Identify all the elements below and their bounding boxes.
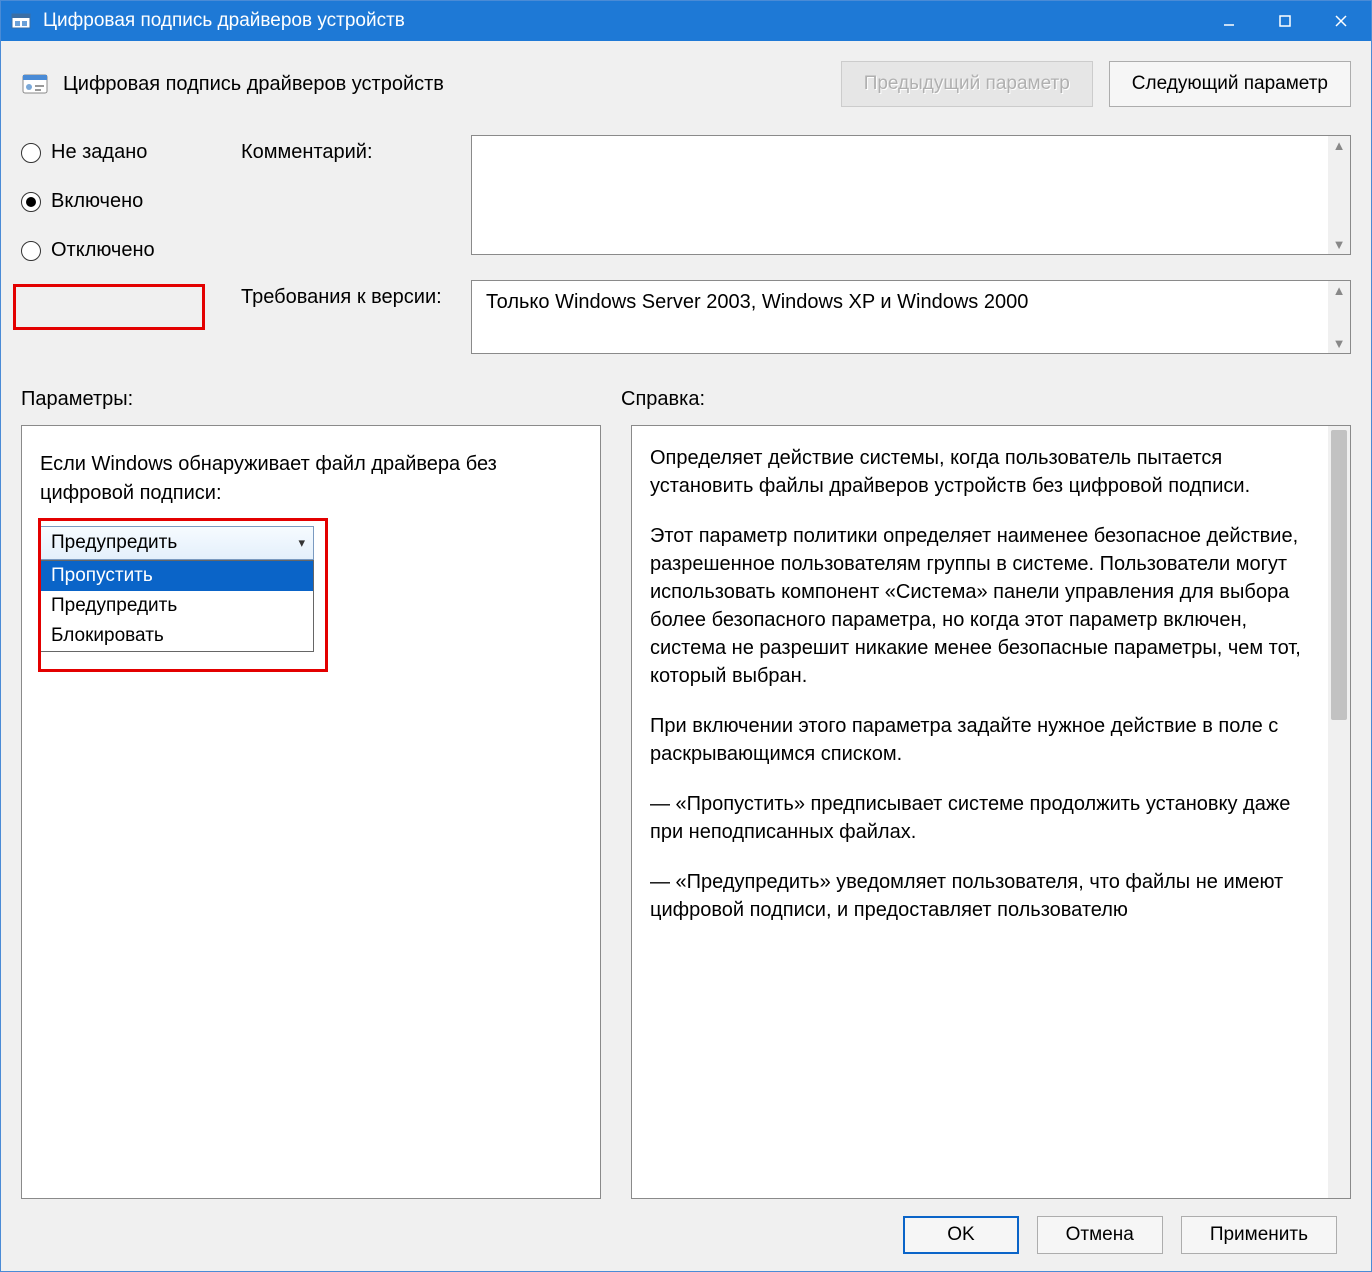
policy-icon: [21, 70, 49, 98]
dropdown-option[interactable]: Предупредить: [41, 591, 313, 621]
radio-icon: [21, 241, 41, 261]
comment-textbox[interactable]: ▲ ▼: [471, 135, 1351, 255]
help-paragraph: Этот параметр политики определяет наимен…: [650, 522, 1316, 690]
lower-columns: Если Windows обнаруживает файл драйвера …: [21, 425, 1351, 1199]
apply-button[interactable]: Применить: [1181, 1216, 1337, 1254]
action-combobox[interactable]: Предупредить ▾: [40, 526, 314, 560]
dropdown-option[interactable]: Блокировать: [41, 621, 313, 651]
radio-icon: [21, 143, 41, 163]
scroll-up-icon[interactable]: ▲: [1333, 136, 1346, 155]
state-radios: Не задано Включено Отключено: [21, 135, 241, 262]
scroll-down-icon[interactable]: ▼: [1333, 334, 1346, 353]
requirements-label: Требования к версии:: [241, 280, 471, 309]
section-labels: Параметры: Справка:: [21, 388, 1351, 411]
content-area: Цифровая подпись драйверов устройств Пре…: [1, 41, 1371, 1271]
help-panel: Определяет действие системы, когда польз…: [631, 425, 1351, 1199]
header-row: Цифровая подпись драйверов устройств Пре…: [21, 61, 1351, 107]
parameters-label: Параметры:: [21, 388, 621, 411]
minimize-button[interactable]: [1201, 1, 1257, 41]
help-paragraph: — «Пропустить» предписывает системе прод…: [650, 790, 1316, 846]
policy-title: Цифровая подпись драйверов устройств: [63, 73, 825, 96]
window-title: Цифровая подпись драйверов устройств: [43, 10, 1201, 32]
settings-grid: Не задано Включено Отключено Комментарий…: [21, 135, 1351, 354]
window-buttons: [1201, 1, 1369, 41]
scroll-down-icon[interactable]: ▼: [1333, 235, 1346, 254]
radio-enabled[interactable]: Включено: [21, 190, 241, 213]
app-icon: [9, 9, 33, 33]
radio-disabled[interactable]: Отключено: [21, 239, 241, 262]
scrollbar[interactable]: ▲ ▼: [1328, 281, 1350, 353]
help-paragraph: При включении этого параметра задайте ну…: [650, 712, 1316, 768]
radio-label: Не задано: [51, 141, 147, 164]
radio-icon: [21, 192, 41, 212]
help-label: Справка:: [621, 388, 1351, 411]
maximize-button[interactable]: [1257, 1, 1313, 41]
gpo-dialog-window: Цифровая подпись драйверов устройств Циф…: [0, 0, 1372, 1272]
radio-label: Отключено: [51, 239, 155, 262]
comment-label: Комментарий:: [241, 135, 471, 164]
requirements-box: Только Windows Server 2003, Windows XP и…: [471, 280, 1351, 354]
combo-selected: Предупредить: [51, 532, 177, 554]
scrollbar[interactable]: [1328, 426, 1350, 1198]
scrollbar-thumb[interactable]: [1331, 430, 1347, 720]
footer-buttons: OK Отмена Применить: [21, 1199, 1351, 1271]
combobox-dropdown: Пропустить Предупредить Блокировать: [40, 560, 314, 652]
dropdown-option[interactable]: Пропустить: [41, 561, 313, 591]
requirements-text: Только Windows Server 2003, Windows XP и…: [486, 291, 1028, 313]
radio-label: Включено: [51, 190, 143, 213]
scroll-up-icon[interactable]: ▲: [1333, 281, 1346, 300]
help-paragraph: — «Предупредить» уведомляет пользователя…: [650, 868, 1316, 924]
radio-not-configured[interactable]: Не задано: [21, 141, 241, 164]
close-button[interactable]: [1313, 1, 1369, 41]
next-setting-button[interactable]: Следующий параметр: [1109, 61, 1351, 107]
scrollbar[interactable]: ▲ ▼: [1328, 136, 1350, 254]
ok-button[interactable]: OK: [903, 1216, 1018, 1254]
chevron-down-icon: ▾: [298, 535, 305, 551]
titlebar[interactable]: Цифровая подпись драйверов устройств: [1, 1, 1371, 41]
parameters-panel: Если Windows обнаруживает файл драйвера …: [21, 425, 601, 1199]
help-paragraph: Определяет действие системы, когда польз…: [650, 444, 1316, 500]
param-prompt: Если Windows обнаруживает файл драйвера …: [40, 450, 582, 508]
previous-setting-button: Предыдущий параметр: [841, 61, 1093, 107]
cancel-button[interactable]: Отмена: [1037, 1216, 1163, 1254]
